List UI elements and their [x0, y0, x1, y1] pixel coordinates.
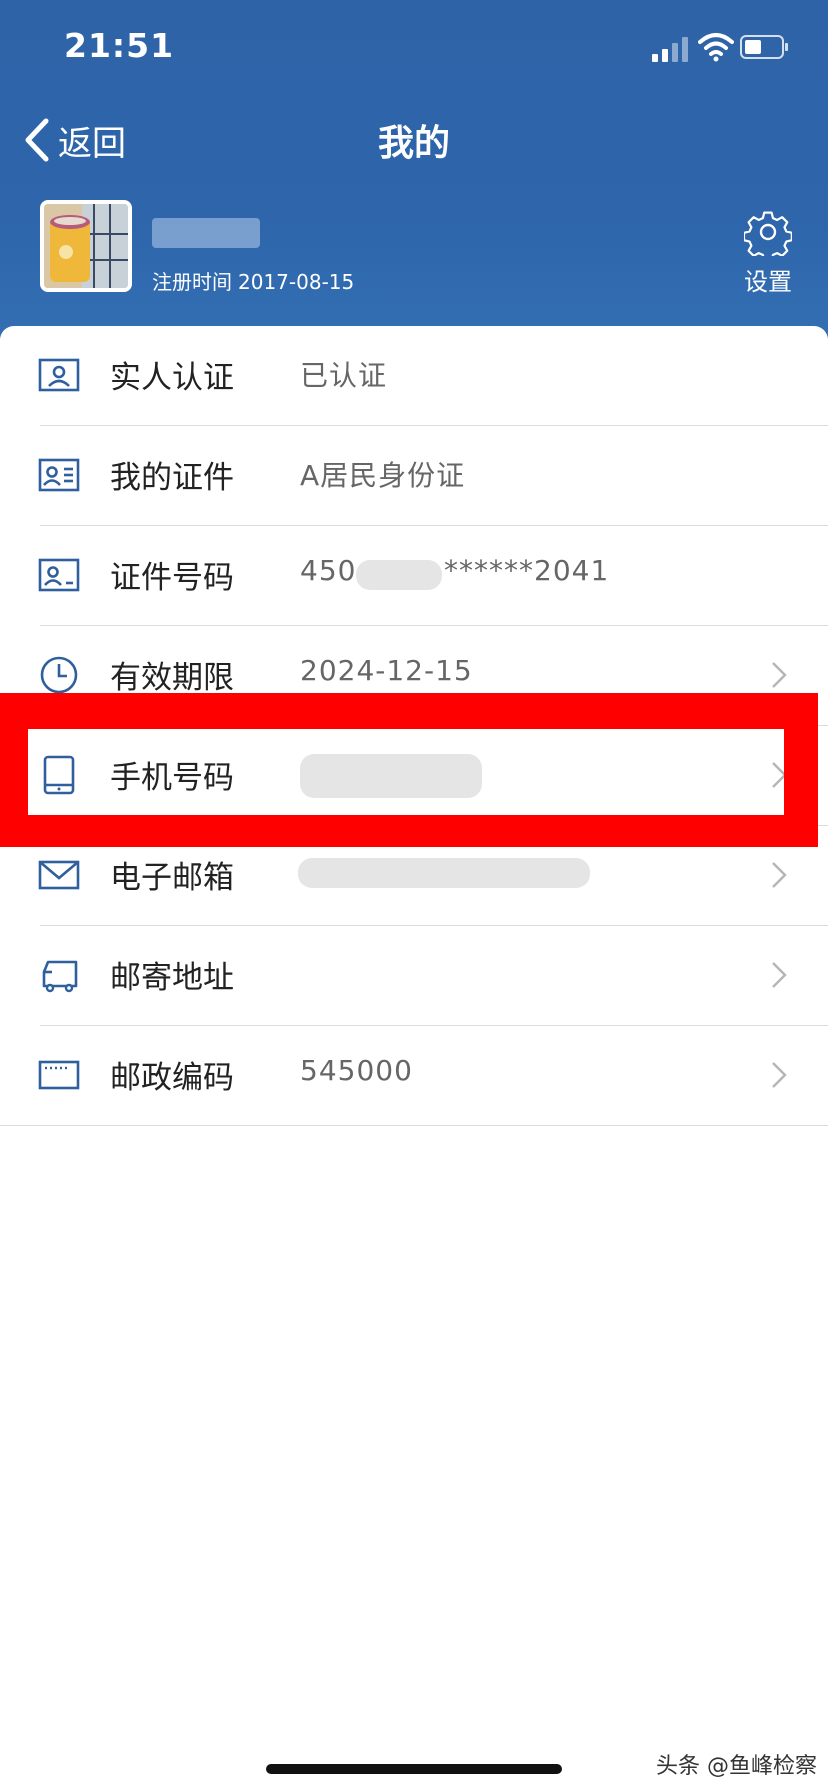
registration-time: 注册时间 2017-08-15: [152, 266, 360, 295]
postcode-icon: [38, 1060, 80, 1090]
row-value: 2024-12-15: [300, 654, 473, 687]
row-value: 已认证: [300, 359, 388, 392]
document-number-prefix: 450: [300, 554, 357, 587]
row-label: 有效期限: [110, 660, 234, 696]
chevron-right-icon: [772, 862, 787, 888]
row-label: 我的证件: [110, 460, 234, 496]
redaction-mask: [298, 858, 590, 888]
row-mailing-address[interactable]: 邮寄地址: [0, 926, 828, 1026]
divider: [0, 1125, 828, 1126]
cellular-signal-icon: [652, 37, 688, 62]
id-card-icon: [38, 458, 80, 492]
status-time: 21:51: [64, 26, 175, 65]
gear-icon: [744, 211, 792, 256]
profile-section: 注册时间 2017-08-15 设置: [0, 196, 828, 326]
truck-icon: [42, 960, 78, 993]
row-value: 545000: [300, 1054, 413, 1087]
navigation-bar: 返回 我的: [0, 100, 828, 186]
row-label: 实人认证: [110, 360, 234, 396]
highlight-box: [0, 693, 818, 847]
row-label: 证件号码: [110, 560, 234, 596]
registration-date: 2017-08-15: [238, 270, 355, 294]
avatar[interactable]: [40, 200, 132, 292]
registration-label: 注册时间: [152, 270, 232, 294]
battery-icon: [740, 35, 788, 59]
row-label: 电子邮箱: [110, 860, 234, 896]
wifi-icon: [698, 33, 734, 62]
chevron-right-icon: [772, 1062, 787, 1088]
person-card-icon: [38, 358, 80, 392]
username-redacted: [152, 218, 260, 248]
redaction-mask: [356, 560, 442, 590]
watermark: 头条 @鱼峰检察: [656, 1754, 817, 1779]
page-title: 我的: [377, 123, 450, 164]
status-bar: 21:51: [0, 0, 828, 100]
row-label: 邮政编码: [110, 1060, 234, 1096]
document-number-suffix: ******2041: [444, 554, 610, 587]
avatar-image: [44, 204, 128, 288]
row-value: A居民身份证: [300, 459, 466, 492]
chevron-right-icon: [772, 662, 787, 688]
settings-button[interactable]: 设置: [736, 208, 800, 297]
clock-icon: [40, 656, 78, 694]
chevron-right-icon: [772, 962, 787, 988]
id-number-icon: [38, 558, 80, 592]
row-label: 邮寄地址: [110, 960, 234, 996]
row-my-document[interactable]: 我的证件 A居民身份证: [0, 426, 828, 526]
header-banner: 21:51 返回 我的 注册时间 2017-08-15 设置: [0, 0, 828, 360]
mail-icon: [38, 860, 80, 890]
row-postal-code[interactable]: 邮政编码 545000: [0, 1026, 828, 1126]
row-document-number[interactable]: 证件号码 450 ******2041: [0, 526, 828, 626]
row-real-person-verification[interactable]: 实人认证 已认证: [0, 326, 828, 426]
settings-label: 设置: [744, 268, 792, 296]
home-indicator[interactable]: [266, 1764, 562, 1774]
